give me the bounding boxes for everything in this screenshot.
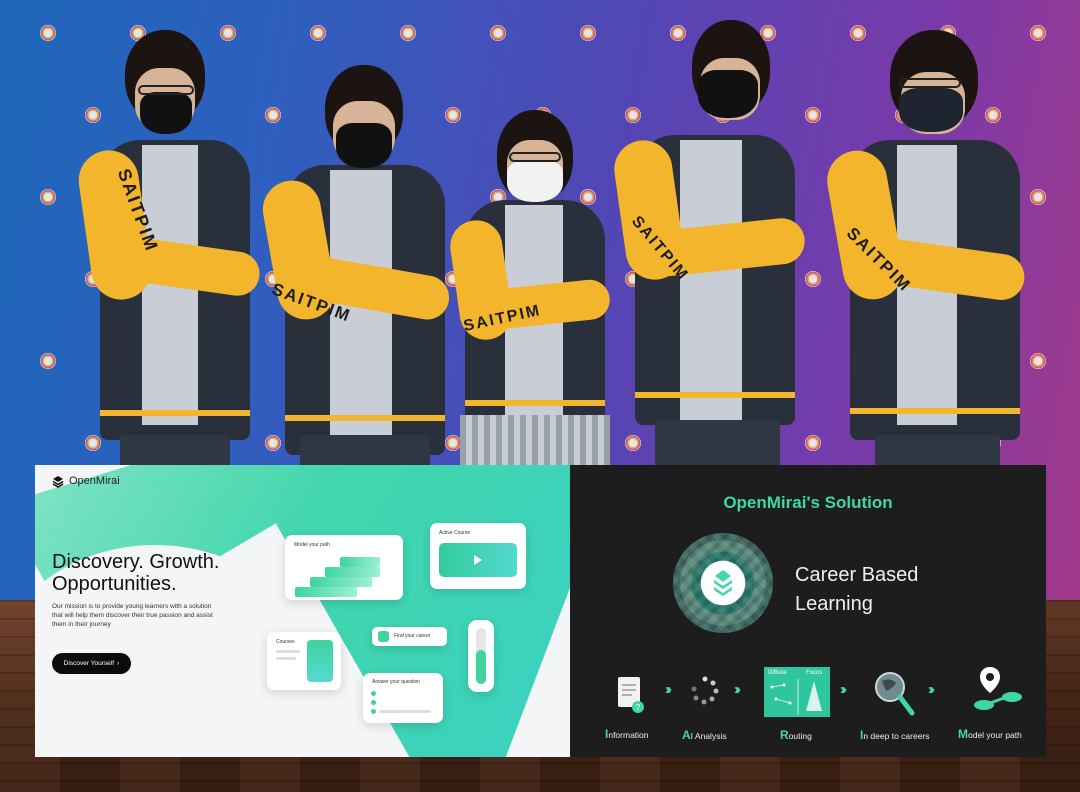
path-step-2 <box>310 577 372 587</box>
progress-card <box>468 620 494 692</box>
course-thumbnail <box>307 640 333 682</box>
solution-slide: OpenMirai's Solution Career Based Learni… <box>570 465 1046 757</box>
course-line <box>276 657 296 660</box>
student-5: SAITPIM <box>822 30 1035 475</box>
student-4: SAITPIM <box>610 20 810 470</box>
routing-focus-label: Focus <box>806 670 823 676</box>
play-icon <box>474 555 482 565</box>
path-step-1 <box>295 587 357 597</box>
step-ai-analysis-label: AI Analysis <box>682 728 727 742</box>
career-icon <box>378 631 389 642</box>
gen-logo-icon <box>490 25 506 41</box>
progress-fill <box>476 650 486 684</box>
discover-yourself-button[interactable]: Discover Yourself › <box>52 653 131 674</box>
find-career-label: Find your career <box>394 633 431 639</box>
map-path-icon <box>974 667 1022 710</box>
student-1: SAITPIM <box>74 30 270 475</box>
chevron-right-icon: › <box>117 660 120 667</box>
step-routing-label: Routing <box>780 728 812 742</box>
gen-logo-icon <box>40 25 56 41</box>
layers-logo-icon <box>714 570 732 596</box>
step-information-label: Information <box>605 727 649 741</box>
model-path-card[interactable]: Model your path <box>285 535 403 600</box>
answer-option <box>371 691 376 696</box>
career-circle-image <box>673 533 773 633</box>
answer-option <box>371 709 376 714</box>
gen-logo-icon <box>40 353 56 369</box>
answer-option <box>371 700 376 705</box>
step-model-path-label: Model your path <box>958 727 1022 741</box>
routing-graphic <box>770 679 822 715</box>
courses-title: Courses <box>276 639 295 645</box>
diffuse-focus-icon: Diffuse Focus <box>764 667 830 717</box>
headline-line-2: Opportunities. <box>52 573 177 595</box>
solution-title: OpenMirai's Solution <box>723 493 893 512</box>
career-line-2: Learning <box>795 593 873 615</box>
openmirai-logo-icon <box>52 476 64 488</box>
flow-arrow-1: ››› <box>665 681 672 698</box>
hero-headline: Discovery. Growth. Opportunities. <box>52 551 252 595</box>
gen-logo-icon <box>40 189 56 205</box>
document-question-icon: ? <box>618 677 644 713</box>
headline-line-1: Discovery. Growth. <box>52 551 220 573</box>
flow-arrow-3: ››› <box>840 681 847 698</box>
path-step-3 <box>325 567 380 577</box>
active-course-title: Active Course <box>439 530 471 536</box>
routing-diffuse-label: Diffuse <box>768 670 787 676</box>
career-line-1: Career Based <box>795 564 919 586</box>
student-2: SAITPIM <box>258 65 460 475</box>
gen-logo-icon <box>400 25 416 41</box>
flow-arrow-4: ››› <box>928 681 935 698</box>
find-career-pill[interactable]: Find your career <box>372 627 447 646</box>
gen-logo-icon <box>580 25 596 41</box>
courses-card[interactable]: Courses <box>267 632 341 690</box>
openmirai-website-mockup: OpenMirai Discovery. Growth. Opportuniti… <box>35 465 570 757</box>
path-step-4 <box>340 557 380 567</box>
answer-question-card[interactable]: Answer your question <box>363 673 443 723</box>
openmirai-emblem <box>701 561 745 605</box>
active-course-card[interactable]: Active Course <box>430 523 526 589</box>
discover-label: Discover Yourself <box>63 660 115 667</box>
flow-arrow-2: ››› <box>734 681 741 698</box>
answer-question-title: Answer your question <box>372 679 421 685</box>
model-path-title: Model your path <box>294 542 330 548</box>
svg-text:?: ? <box>636 703 641 712</box>
video-thumbnail[interactable] <box>439 543 517 577</box>
magnifier-globe-icon <box>875 672 915 716</box>
brand-name[interactable]: OpenMirai <box>69 475 120 487</box>
student-3: SAITPIM <box>446 110 615 470</box>
career-based-learning-label: Career Based Learning <box>795 561 995 619</box>
course-line <box>276 650 300 653</box>
mission-text: Our mission is to provide young learners… <box>52 603 213 628</box>
gen-logo-icon <box>310 25 326 41</box>
step-in-deep-label: In deep to careers <box>860 728 930 742</box>
answer-line <box>379 710 431 713</box>
spinner-dots-icon <box>691 676 719 705</box>
